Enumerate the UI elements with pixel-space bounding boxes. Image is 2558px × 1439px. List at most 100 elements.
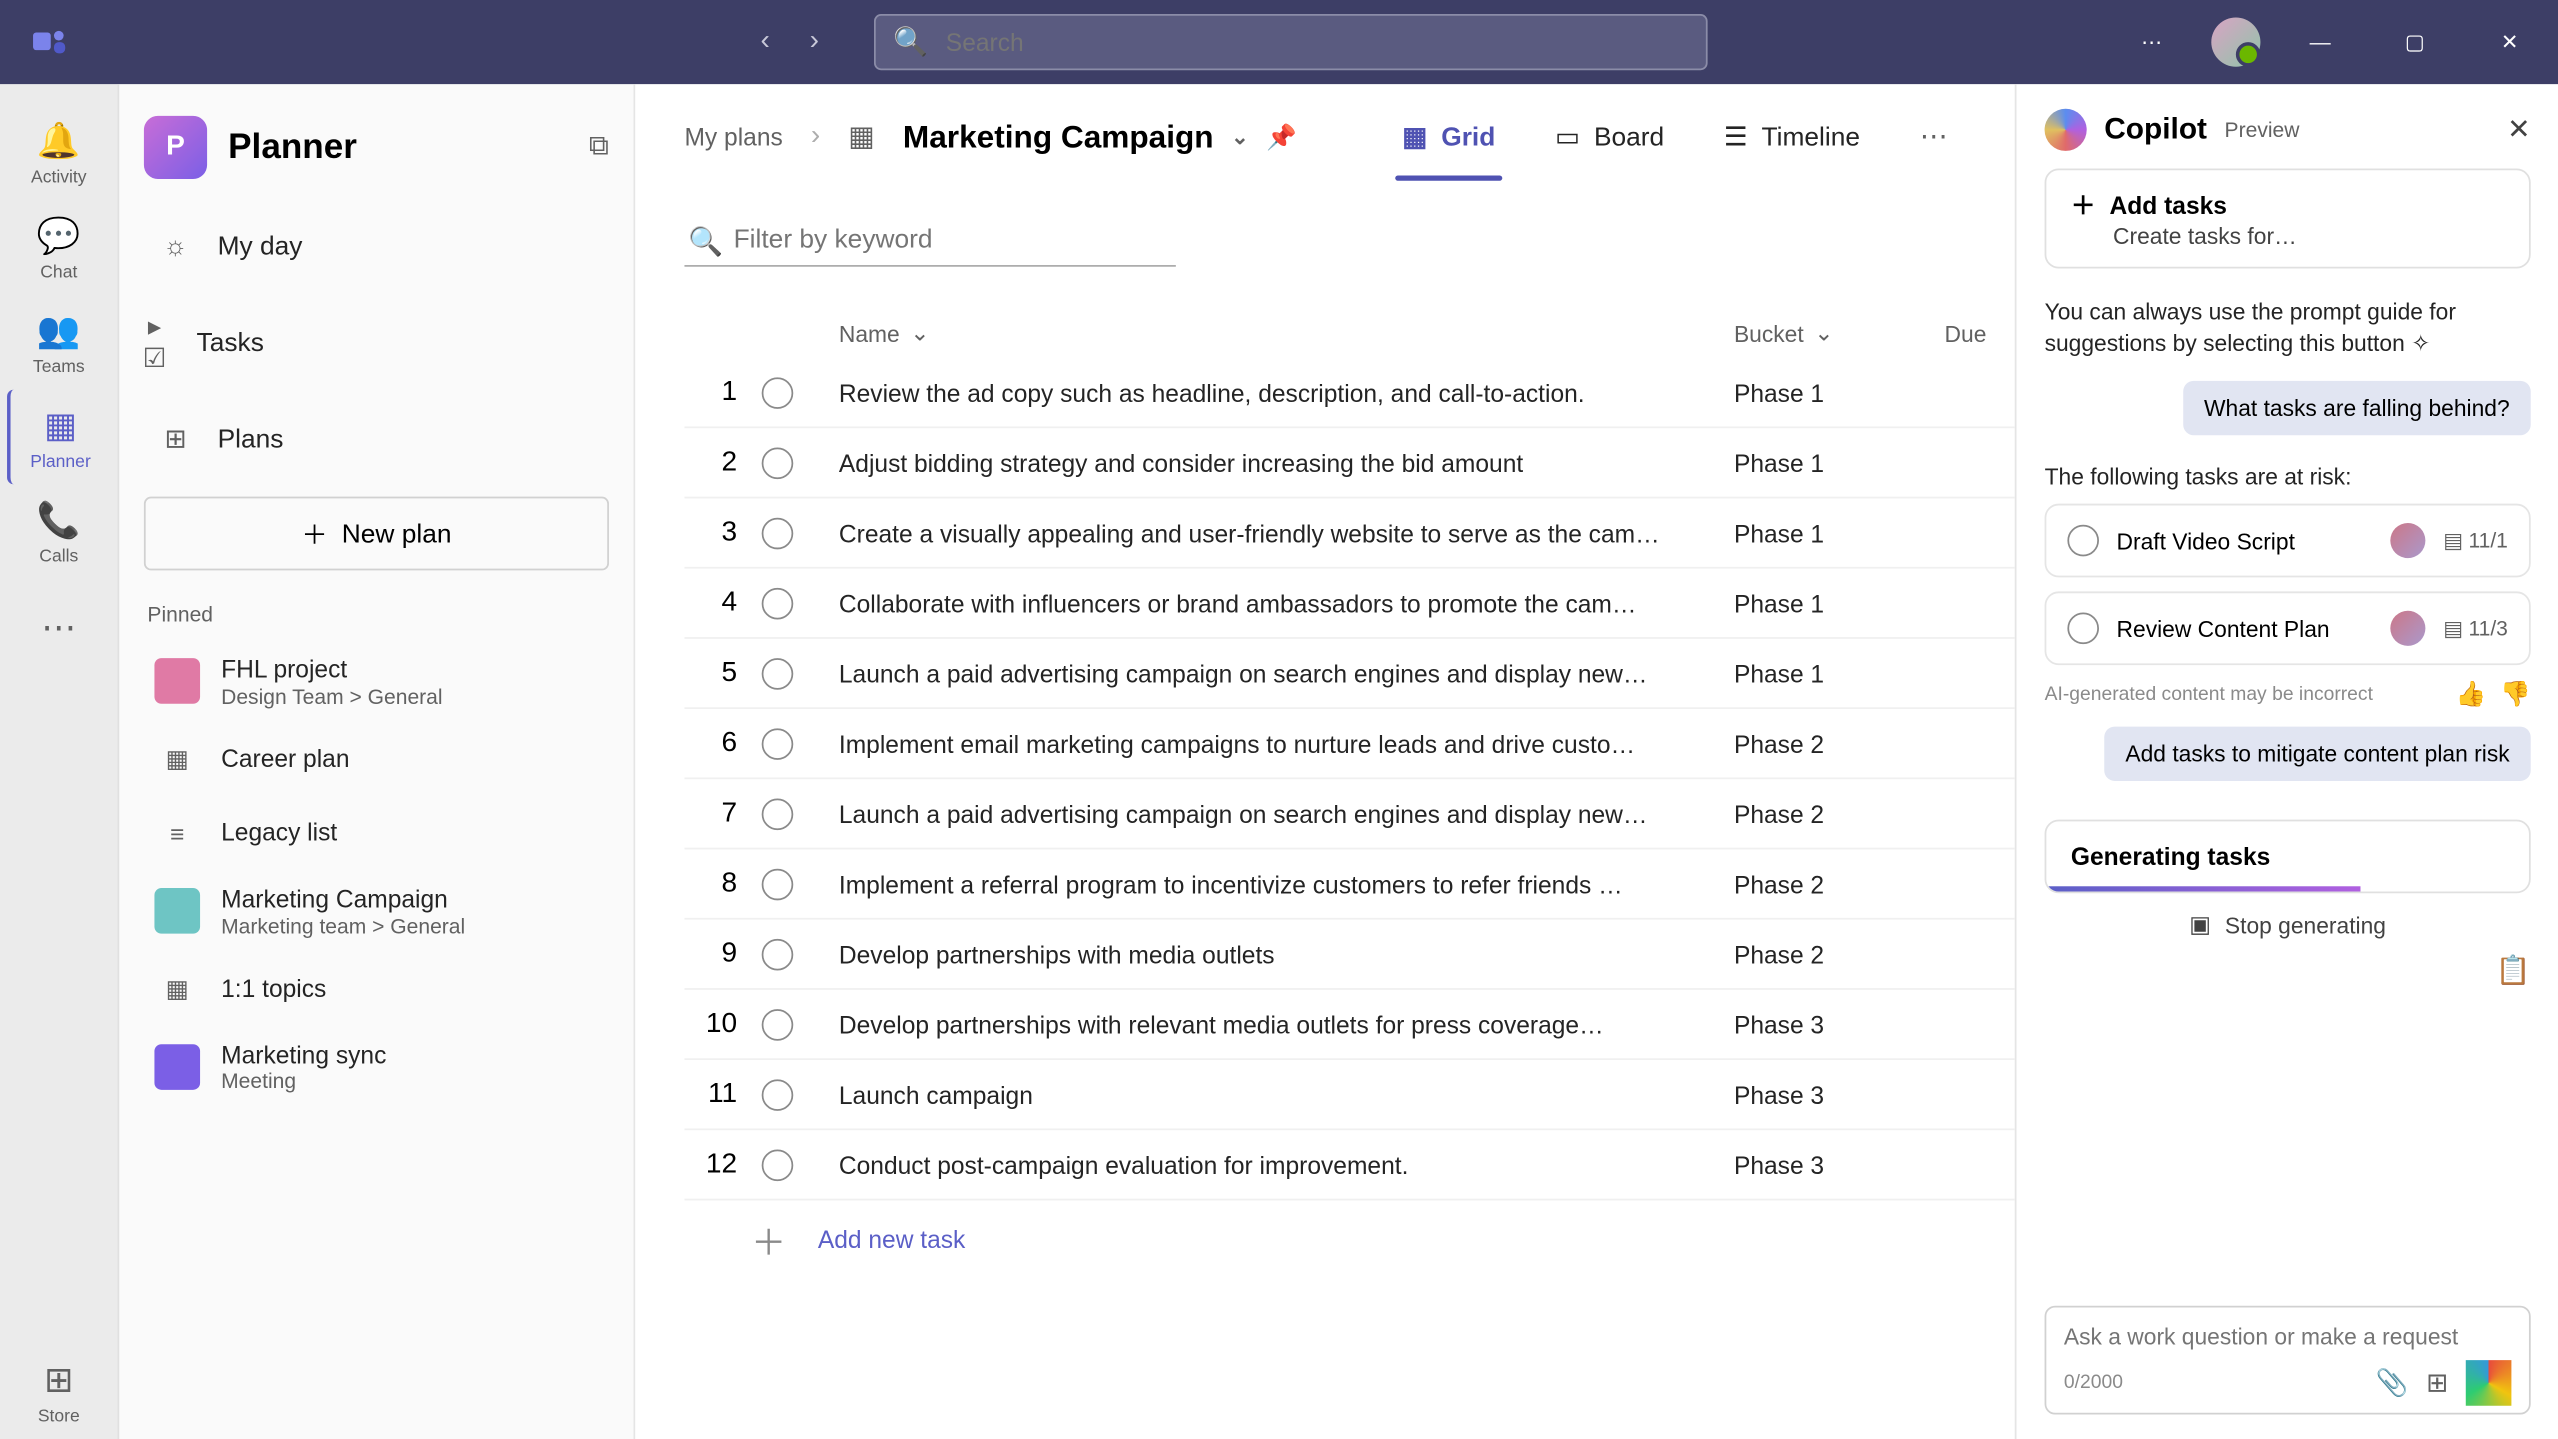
grid-icon[interactable]: ⊞: [2426, 1367, 2448, 1399]
bucket-value: Phase 2: [1734, 799, 1824, 827]
view-tab-board[interactable]: ▭Board: [1548, 93, 1671, 181]
col-due-header[interactable]: Due: [1945, 320, 2015, 346]
task-checkbox[interactable]: [762, 587, 794, 619]
task-row[interactable]: 9 Develop partnerships with media outlet…: [684, 920, 2014, 990]
task-row[interactable]: 2 Adjust bidding strategy and consider i…: [684, 428, 2014, 498]
row-number: 1: [684, 376, 761, 408]
pin-icon[interactable]: 📌: [1266, 122, 1297, 152]
task-checkbox[interactable]: [762, 1149, 794, 1181]
plans-nav[interactable]: ⊞ Plans: [144, 402, 609, 476]
rail-item-chat[interactable]: 💬Chat: [6, 200, 111, 295]
generating-card: Generating tasks: [2045, 820, 2531, 894]
view-tab-timeline[interactable]: ☰Timeline: [1717, 93, 1867, 181]
progress-bar: [2046, 887, 2360, 892]
pinned-item[interactable]: ≡Legacy list: [144, 796, 609, 870]
task-checkbox[interactable]: [762, 868, 794, 900]
task-checkbox[interactable]: [762, 938, 794, 970]
risk-task-card[interactable]: Review Content Plan ▤11/3: [2045, 592, 2531, 666]
task-checkbox[interactable]: [762, 727, 794, 759]
nav-forward-button[interactable]: ›: [790, 18, 839, 67]
popout-icon[interactable]: ⧉: [589, 132, 609, 164]
new-plan-button[interactable]: ＋ New plan: [144, 497, 609, 571]
minimize-button[interactable]: —: [2285, 14, 2355, 70]
rail-item-calls[interactable]: 📞Calls: [6, 484, 111, 579]
assignee-avatar: [2391, 524, 2426, 559]
task-name: Launch a paid advertising campaign on se…: [839, 799, 1648, 827]
search-icon: 🔍: [688, 225, 723, 260]
chevron-down-icon[interactable]: ⌄: [1231, 125, 1249, 150]
add-tasks-suggestion[interactable]: ＋Add tasks Create tasks for…: [2045, 168, 2531, 268]
pinned-item[interactable]: ▦Career plan: [144, 723, 609, 797]
bot-response: The following tasks are at risk:: [2045, 464, 2531, 490]
stop-generating-button[interactable]: ▣ Stop generating: [2045, 912, 2531, 940]
my-day-nav[interactable]: ☼ My day: [144, 211, 609, 283]
pinned-item[interactable]: FHL projectDesign Team > General: [144, 641, 609, 723]
nav-back-button[interactable]: ‹: [741, 18, 790, 67]
user-avatar[interactable]: [2211, 18, 2260, 67]
task-checkbox[interactable]: [762, 1078, 794, 1110]
more-options-button[interactable]: ⋯: [2117, 14, 2187, 70]
attach-icon[interactable]: 📎: [2376, 1367, 2409, 1399]
task-row[interactable]: 8 Implement a referral program to incent…: [684, 849, 2014, 919]
due-date: ▤11/1: [2443, 529, 2508, 554]
planner-logo-icon: P: [144, 116, 207, 179]
task-row[interactable]: 11 Launch campaign Phase 3: [684, 1060, 2014, 1130]
task-checkbox[interactable]: [762, 376, 794, 408]
task-row[interactable]: 1 Review the ad copy such as headline, d…: [684, 358, 2014, 428]
task-row[interactable]: 4 Collaborate with influencers or brand …: [684, 569, 2014, 639]
rail-item-more[interactable]: ⋯: [6, 579, 111, 674]
maximize-button[interactable]: ▢: [2380, 14, 2450, 70]
store-icon: ⊞: [44, 1357, 73, 1401]
pinned-item[interactable]: ▦1:1 topics: [144, 952, 609, 1026]
bucket-value: Phase 1: [1734, 589, 1824, 617]
filter-input[interactable]: [684, 214, 1175, 267]
task-row[interactable]: 6 Implement email marketing campaigns to…: [684, 709, 2014, 779]
thumbs-up-button[interactable]: 👍: [2455, 680, 2486, 710]
task-row[interactable]: 5 Launch a paid advertising campaign on …: [684, 639, 2014, 709]
task-checkbox[interactable]: [762, 657, 794, 689]
sort-icon: ⌄: [910, 319, 929, 347]
clipboard-icon[interactable]: 📋: [2496, 954, 2531, 989]
row-number: 10: [684, 1008, 761, 1040]
bucket-value: Phase 3: [1734, 1080, 1824, 1108]
task-checkbox[interactable]: [2067, 525, 2099, 557]
thumbs-down-button[interactable]: 👎: [2500, 680, 2531, 710]
close-copilot-button[interactable]: ✕: [2507, 112, 2531, 147]
copilot-logo-icon: [2045, 109, 2087, 151]
copilot-input[interactable]: [2064, 1323, 2512, 1349]
view-tab-grid[interactable]: ▦Grid: [1395, 93, 1502, 181]
rail-item-planner[interactable]: ▦Planner: [6, 390, 111, 485]
due-date: ▤11/3: [2443, 617, 2508, 642]
task-row[interactable]: 3 Create a visually appealing and user-f…: [684, 498, 2014, 568]
chevron-right-icon: ›: [811, 121, 820, 153]
breadcrumb-my-plans[interactable]: My plans: [684, 123, 782, 151]
pinned-item[interactable]: Marketing CampaignMarketing team > Gener…: [144, 870, 609, 952]
rail-item-activity[interactable]: 🔔Activity: [6, 105, 111, 200]
search-input[interactable]: [946, 28, 1689, 56]
tasks-nav[interactable]: ▸ ☑ Tasks: [144, 290, 609, 395]
add-task-button[interactable]: ＋ Add new task: [684, 1200, 2014, 1277]
col-bucket-header[interactable]: Bucket ⌄: [1734, 319, 1945, 347]
risk-task-card[interactable]: Draft Video Script ▤11/1: [2045, 504, 2531, 578]
plan-icon: [154, 659, 200, 705]
global-search[interactable]: 🔍: [874, 14, 1708, 70]
col-name-header[interactable]: Name ⌄: [839, 319, 1734, 347]
rail-item-teams[interactable]: 👥Teams: [6, 295, 111, 390]
store-button[interactable]: ⊞ Store: [6, 1344, 111, 1439]
close-button[interactable]: ✕: [2475, 14, 2545, 70]
task-checkbox[interactable]: [762, 517, 794, 549]
task-checkbox[interactable]: [762, 798, 794, 830]
plan-name[interactable]: Marketing Campaign: [903, 118, 1214, 155]
pinned-item[interactable]: Marketing syncMeeting: [144, 1026, 609, 1108]
task-checkbox[interactable]: [2067, 613, 2099, 645]
send-button[interactable]: [2466, 1360, 2512, 1406]
task-checkbox[interactable]: [762, 1008, 794, 1040]
view-more-button[interactable]: ⋯: [1920, 119, 1948, 154]
task-row[interactable]: 7 Launch a paid advertising campaign on …: [684, 779, 2014, 849]
task-row[interactable]: 12 Conduct post-campaign evaluation for …: [684, 1130, 2014, 1200]
task-row[interactable]: 10 Develop partnerships with relevant me…: [684, 990, 2014, 1060]
plan-type-icon: ▦: [848, 119, 875, 154]
task-checkbox[interactable]: [762, 447, 794, 479]
row-number: 9: [684, 938, 761, 970]
bucket-value: Phase 2: [1734, 870, 1824, 898]
